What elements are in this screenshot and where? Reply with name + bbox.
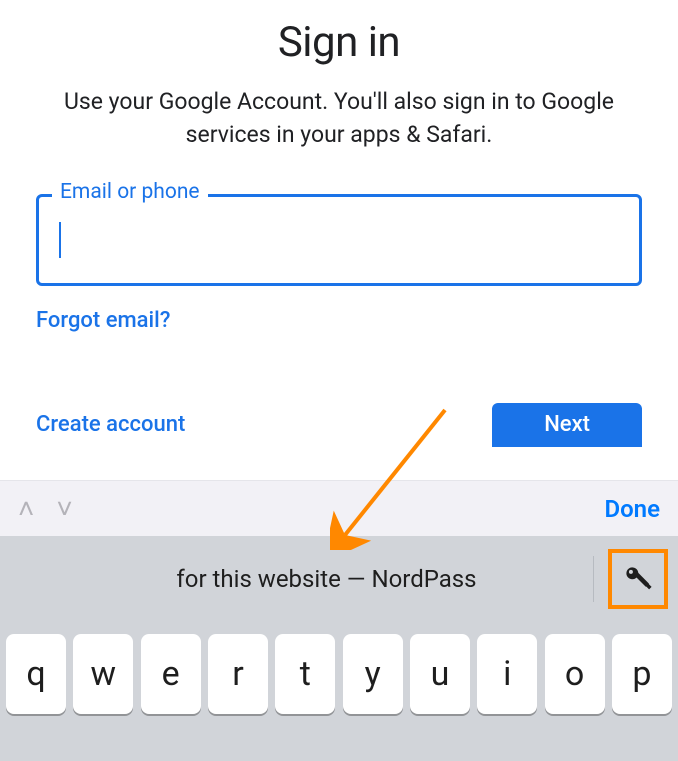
email-field-label: Email or phone <box>52 180 208 204</box>
next-button[interactable]: Next <box>492 403 642 447</box>
key-e[interactable]: e <box>141 634 201 714</box>
keyboard-row: q w e r t y u i o p <box>0 622 678 761</box>
key-w[interactable]: w <box>73 634 133 714</box>
page-subtitle: Use your Google Account. You'll also sig… <box>36 85 642 152</box>
key-r[interactable]: r <box>208 634 268 714</box>
create-account-link[interactable]: Create account <box>36 412 185 437</box>
key-y[interactable]: y <box>343 634 403 714</box>
key-p[interactable]: p <box>612 634 672 714</box>
key-icon[interactable] <box>621 562 655 596</box>
divider <box>593 556 594 602</box>
autofill-bar: for this website — NordPass <box>0 536 678 622</box>
keyboard-accessory-bar: ˄ ˅ Done <box>0 480 678 536</box>
prev-field-chevron-icon: ˄ <box>18 495 34 523</box>
forgot-email-link[interactable]: Forgot email? <box>36 308 170 333</box>
password-manager-highlight <box>608 549 668 609</box>
key-t[interactable]: t <box>275 634 335 714</box>
email-field[interactable] <box>36 194 642 286</box>
page-title: Sign in <box>36 18 642 67</box>
key-o[interactable]: o <box>545 634 605 714</box>
email-field-wrapper: Email or phone <box>36 194 642 286</box>
autofill-suggestion[interactable]: for this website — NordPass <box>0 565 593 593</box>
next-field-chevron-icon: ˅ <box>56 495 72 523</box>
key-i[interactable]: i <box>477 634 537 714</box>
key-q[interactable]: q <box>6 634 66 714</box>
keyboard-done-button[interactable]: Done <box>604 495 660 523</box>
key-u[interactable]: u <box>410 634 470 714</box>
